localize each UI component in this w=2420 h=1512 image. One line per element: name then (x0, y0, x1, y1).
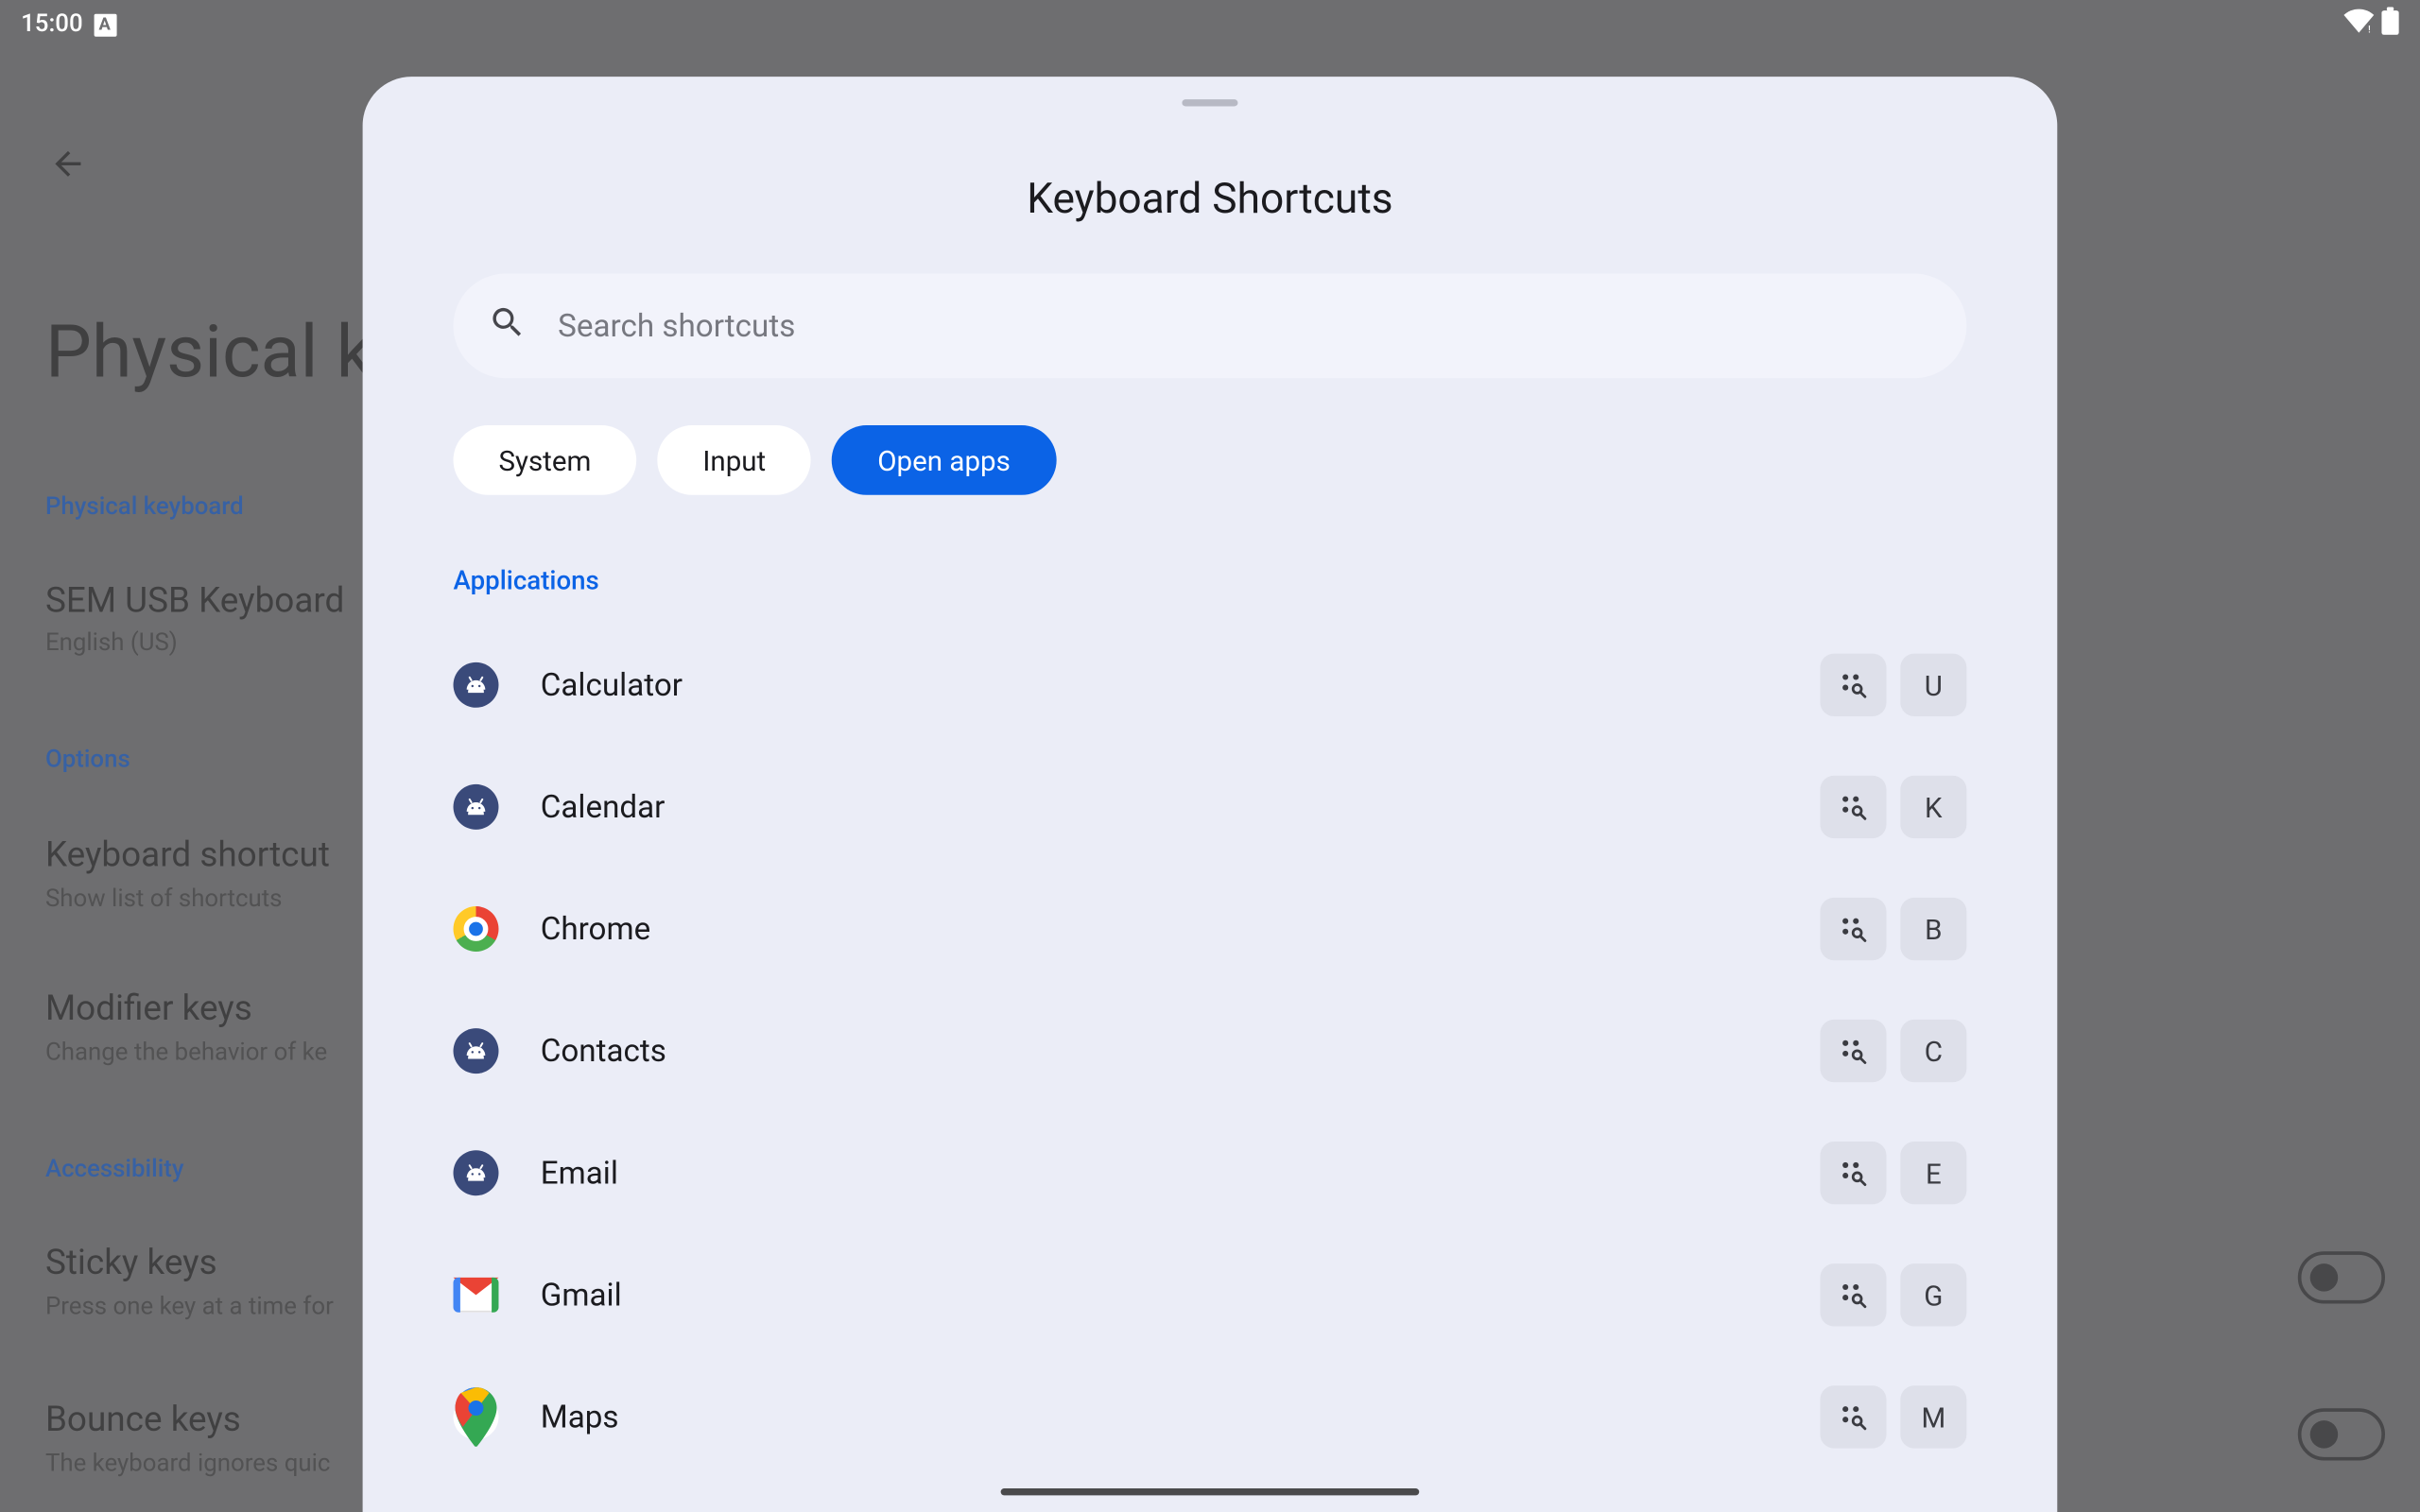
letter-key: E (1900, 1142, 1966, 1204)
shortcut-row: Maps M (454, 1356, 1967, 1478)
shortcut-row: Gmail G (454, 1234, 1967, 1356)
keyboard-shortcuts-sub: Show list of shortcuts (45, 885, 283, 914)
svg-text:!: ! (2368, 26, 2371, 33)
keyboard-shortcuts-sheet: Keyboard Shortcuts System Input Open app… (363, 77, 2058, 1512)
letter-key: M (1900, 1385, 1966, 1448)
sheet-title: Keyboard Shortcuts (363, 174, 2058, 223)
page-title: Physical ke (45, 310, 411, 395)
shortcut-row: Email E (454, 1112, 1967, 1234)
tab-system[interactable]: System (454, 425, 637, 495)
app-name: Email (541, 1155, 1778, 1192)
sheet-drag-handle[interactable] (1182, 99, 1237, 106)
gesture-nav-bar[interactable] (1001, 1488, 1420, 1495)
bounce-keys-sub: The keyboard ignores quic (45, 1450, 330, 1478)
keyboard-language-indicator-icon: A (94, 13, 116, 36)
bounce-keys-toggle[interactable] (2298, 1408, 2385, 1460)
gmail-app-icon (454, 1272, 499, 1317)
maps-app-icon (454, 1394, 499, 1439)
keyboard-language: English (US) (45, 629, 178, 658)
status-bar: 15:00 A ! (0, 0, 2420, 49)
android-app-icon (454, 1150, 499, 1195)
sticky-keys-item[interactable]: Sticky keys (45, 1241, 217, 1282)
modifier-search-key-icon (1820, 1263, 1886, 1326)
android-app-icon (454, 1028, 499, 1074)
back-arrow-icon[interactable] (49, 145, 88, 190)
keyboard-name[interactable]: SEM USB Keyboard (45, 578, 344, 620)
tab-input[interactable]: Input (657, 425, 811, 495)
modifier-keys-item[interactable]: Modifier keys (45, 987, 252, 1028)
letter-key: K (1900, 776, 1966, 838)
modifier-keys-sub: Change the behavior of ke (45, 1039, 327, 1067)
shortcut-row: Calculator U (454, 624, 1967, 746)
modifier-search-key-icon (1820, 1020, 1886, 1082)
modifier-search-key-icon (1820, 776, 1886, 838)
android-app-icon (454, 784, 499, 830)
letter-key: U (1900, 654, 1966, 716)
section-physical-keyboard: Physical keyboard (45, 493, 244, 522)
app-name: Maps (541, 1399, 1778, 1435)
section-applications: Applications (454, 565, 599, 596)
android-app-icon (454, 662, 499, 708)
sticky-keys-sub: Press one key at a time for (45, 1293, 334, 1321)
chrome-app-icon (454, 906, 499, 952)
search-container[interactable] (454, 274, 1967, 379)
app-name: Calculator (541, 666, 1778, 703)
app-name: Calendar (541, 789, 1778, 826)
sticky-keys-toggle[interactable] (2298, 1251, 2385, 1303)
search-icon (488, 303, 527, 349)
modifier-search-key-icon (1820, 654, 1886, 716)
letter-key: G (1900, 1263, 1966, 1326)
modifier-search-key-icon (1820, 1385, 1886, 1448)
battery-icon (2381, 7, 2398, 42)
tab-open-apps[interactable]: Open apps (832, 425, 1055, 495)
app-name: Contacts (541, 1033, 1778, 1070)
bounce-keys-item[interactable]: Bounce keys (45, 1398, 241, 1439)
applications-list: Calculator U Calendar K Chrome B Contacts C Emai… (454, 624, 1967, 1478)
section-accessibility: Accessibility (45, 1156, 184, 1184)
app-name: Gmail (541, 1277, 1778, 1314)
shortcut-row: Contacts C (454, 990, 1967, 1112)
section-options: Options (45, 746, 130, 774)
shortcut-row: Chrome B (454, 868, 1967, 989)
letter-key: C (1900, 1020, 1966, 1082)
search-input[interactable] (558, 308, 1931, 345)
wifi-icon: ! (2343, 9, 2375, 40)
keyboard-shortcuts-item[interactable]: Keyboard shortcut (45, 833, 330, 875)
status-time: 15:00 (21, 10, 83, 39)
shortcut-row: Calendar K (454, 746, 1967, 868)
app-name: Chrome (541, 911, 1778, 948)
modifier-search-key-icon (1820, 1142, 1886, 1204)
modifier-search-key-icon (1820, 898, 1886, 960)
letter-key: B (1900, 898, 1966, 960)
tabs: System Input Open apps (454, 425, 1056, 495)
